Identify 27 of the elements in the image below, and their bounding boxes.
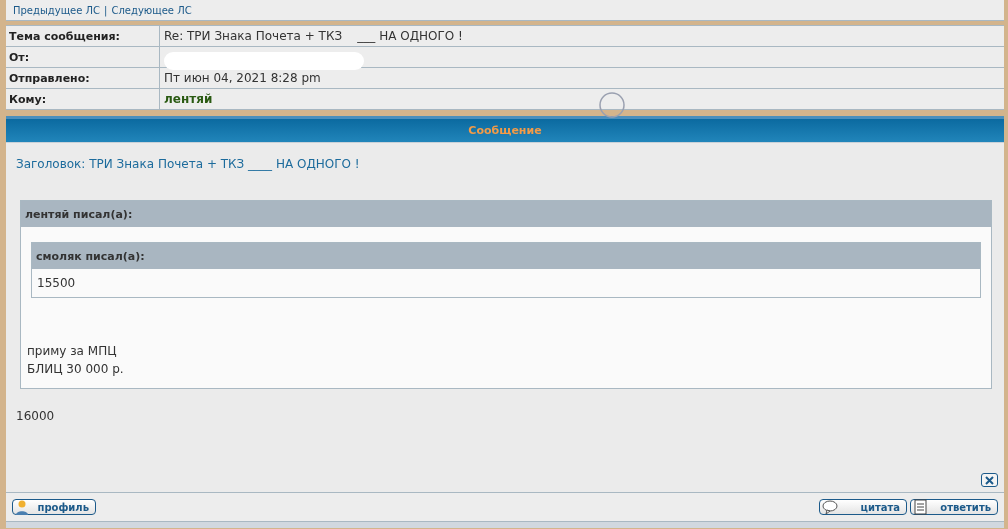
field-label: Отправлено: bbox=[6, 68, 160, 88]
field-label: Кому: bbox=[6, 89, 160, 109]
quote-author: лентяй писал(а): bbox=[21, 201, 991, 227]
nav-link[interactable]: Следующее ЛС bbox=[111, 4, 192, 16]
quote-line: БЛИЦ 30 000 р. bbox=[27, 361, 125, 378]
speech-bubble-icon bbox=[822, 500, 838, 514]
field-value: Re: ТРИ Знака Почета + ТКЗ ___ НА ОДНОГО ! bbox=[163, 28, 464, 45]
quote-button[interactable]: цитата bbox=[819, 499, 907, 515]
profile-button[interactable]: профиль bbox=[12, 499, 96, 515]
message-text: 16000 bbox=[16, 409, 56, 423]
document-icon bbox=[913, 499, 928, 515]
person-icon bbox=[15, 499, 29, 515]
message-subject: Заголовок: ТРИ Знака Почета + ТКЗ ____ НА ОДНОГО ! bbox=[16, 157, 361, 171]
reply-button[interactable]: ответить bbox=[910, 499, 998, 515]
field-value[interactable]: лентяй bbox=[160, 89, 1004, 109]
quote-author: смоляк писал(а): bbox=[32, 243, 980, 269]
close-icon bbox=[985, 475, 994, 485]
cursor-ring-icon bbox=[598, 91, 626, 119]
field-value: Пт июн 04, 2021 8:28 pm bbox=[163, 70, 322, 87]
separator: | bbox=[104, 4, 108, 16]
field-label: Тема сообщения: bbox=[6, 26, 160, 46]
quote-text: 15500 bbox=[36, 275, 77, 292]
field-label: От: bbox=[6, 47, 160, 67]
section-header: Сообщение bbox=[6, 116, 1004, 142]
nav-link[interactable]: Предыдущее ЛС bbox=[13, 4, 101, 16]
quote-line: приму за МПЦ bbox=[27, 343, 118, 360]
close-button[interactable] bbox=[981, 473, 998, 487]
